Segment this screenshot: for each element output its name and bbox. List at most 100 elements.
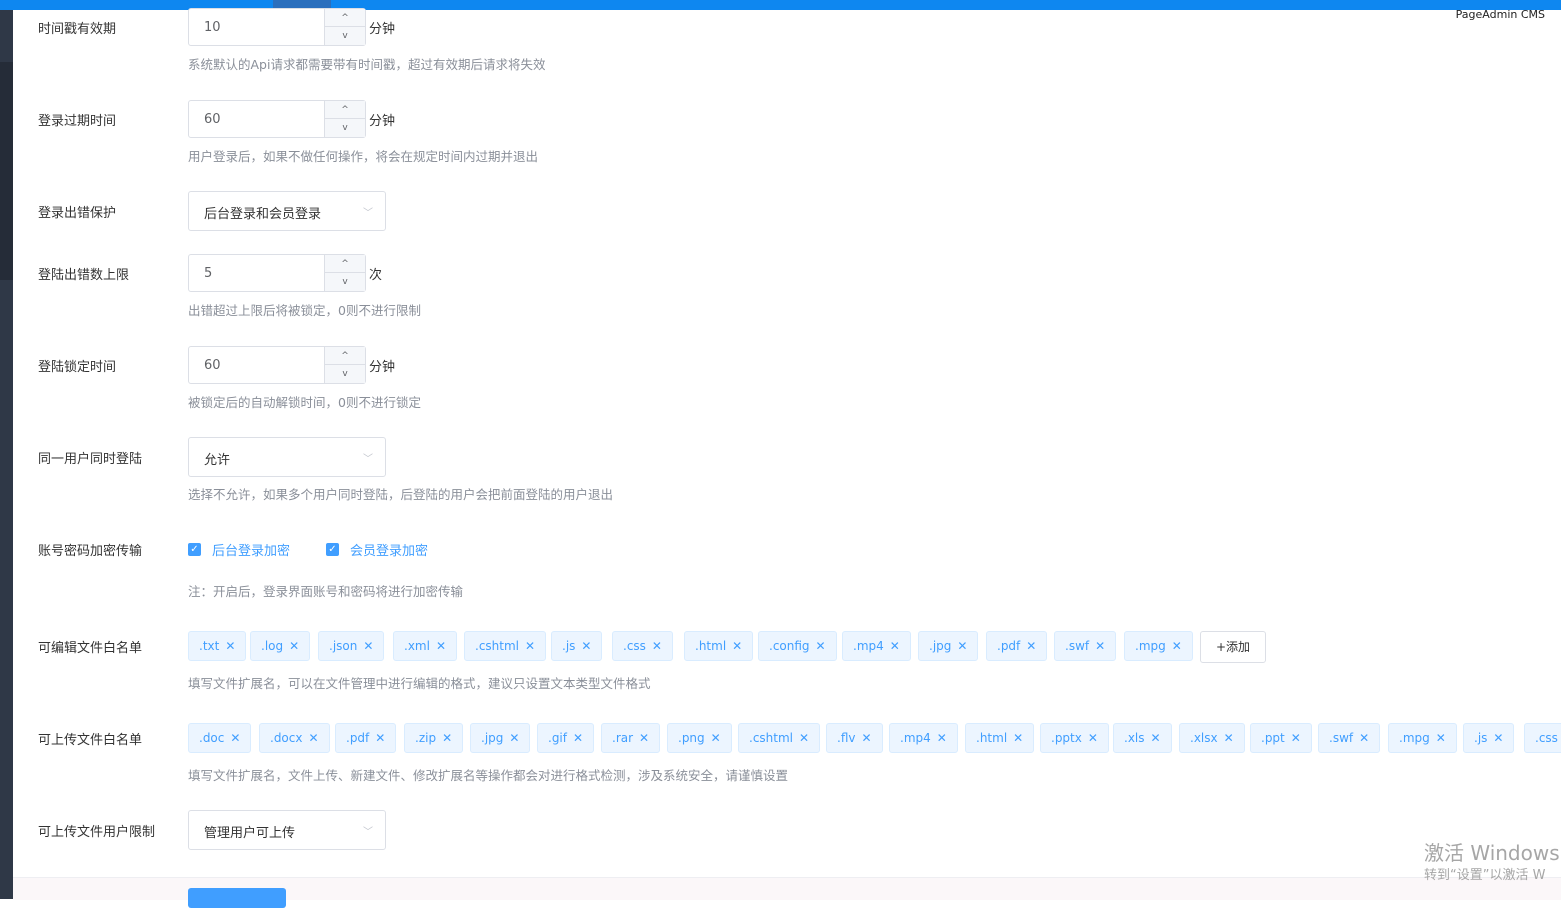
- upload-user-value: 管理用户可上传: [204, 826, 296, 841]
- close-icon[interactable]: ✕: [289, 639, 299, 653]
- decrease-icon[interactable]: v: [325, 27, 365, 45]
- increase-icon[interactable]: ^: [325, 101, 365, 119]
- increase-icon[interactable]: ^: [325, 255, 365, 273]
- close-icon[interactable]: ✕: [230, 731, 240, 745]
- extension-tag-text: .xml: [404, 639, 430, 653]
- decrease-icon[interactable]: v: [325, 273, 365, 291]
- close-icon[interactable]: ✕: [363, 639, 373, 653]
- chevron-down-icon: ﹀: [363, 827, 373, 838]
- close-icon[interactable]: ✕: [890, 639, 900, 653]
- activation-watermark-subtitle: 转到“设置”以激活 W: [1424, 868, 1546, 883]
- close-icon[interactable]: ✕: [639, 731, 649, 745]
- close-icon[interactable]: ✕: [436, 639, 446, 653]
- error-limit-unit: 次: [369, 268, 383, 283]
- same-user-select[interactable]: 允许 ﹀: [188, 437, 386, 477]
- close-icon[interactable]: ✕: [1436, 731, 1446, 745]
- same-user-label: 同一用户同时登陆: [38, 452, 143, 467]
- submit-button[interactable]: [188, 888, 286, 908]
- extension-tag: .config ✕: [758, 631, 837, 661]
- close-icon[interactable]: ✕: [1151, 731, 1161, 745]
- lock-time-input[interactable]: 60 ^ v: [188, 346, 366, 384]
- close-icon[interactable]: ✕: [861, 731, 871, 745]
- close-icon[interactable]: ✕: [799, 731, 809, 745]
- extension-tag: .png ✕: [667, 723, 732, 753]
- extension-tag-text: .flv: [837, 731, 856, 745]
- close-icon[interactable]: ✕: [1026, 639, 1036, 653]
- close-icon[interactable]: ✕: [937, 731, 947, 745]
- chevron-down-icon: ﹀: [363, 454, 373, 465]
- close-icon[interactable]: ✕: [573, 731, 583, 745]
- extension-tag-text: .ppt: [1261, 731, 1285, 745]
- close-icon[interactable]: ✕: [375, 731, 385, 745]
- close-icon[interactable]: ✕: [711, 731, 721, 745]
- extension-tag: .xls ✕: [1113, 723, 1172, 753]
- extension-tag-text: .xls: [1124, 731, 1145, 745]
- close-icon[interactable]: ✕: [1359, 731, 1369, 745]
- close-icon[interactable]: ✕: [581, 639, 591, 653]
- lock-time-value: 60: [204, 358, 221, 373]
- login-expire-unit: 分钟: [369, 114, 396, 129]
- extension-tag: .html ✕: [965, 723, 1035, 753]
- login-protect-select[interactable]: 后台登录和会员登录 ﹀: [188, 191, 386, 231]
- close-icon[interactable]: ✕: [442, 731, 452, 745]
- extension-tag-text: .html: [976, 731, 1008, 745]
- timestamp-input[interactable]: 10 ^ v: [188, 8, 366, 46]
- same-user-value: 允许: [204, 453, 231, 468]
- upload-user-select[interactable]: 管理用户可上传 ﹀: [188, 810, 386, 850]
- brand-label: PageAdmin CMS: [1455, 8, 1545, 21]
- edit-whitelist-label: 可编辑文件白名单: [38, 641, 143, 656]
- close-icon[interactable]: ✕: [652, 639, 662, 653]
- close-icon[interactable]: ✕: [308, 731, 318, 745]
- close-icon[interactable]: ✕: [1493, 731, 1503, 745]
- error-limit-input[interactable]: 5 ^ v: [188, 254, 366, 292]
- extension-tag: .xlsx ✕: [1179, 723, 1245, 753]
- close-icon[interactable]: ✕: [509, 731, 519, 745]
- close-icon[interactable]: ✕: [1291, 731, 1301, 745]
- login-expire-input[interactable]: 60 ^ v: [188, 100, 366, 138]
- activation-watermark-title: 激活 Windows: [1424, 841, 1560, 865]
- extension-tag: .log ✕: [250, 631, 311, 661]
- extension-tag-text: .zip: [415, 731, 437, 745]
- checkbox-check-icon: ✓: [188, 543, 201, 556]
- error-limit-label: 登陆出错数上限: [38, 268, 130, 283]
- login-protect-value: 后台登录和会员登录: [204, 207, 322, 222]
- timestamp-unit: 分钟: [369, 22, 396, 37]
- extension-tag: .docx ✕: [259, 723, 330, 753]
- decrease-icon[interactable]: v: [325, 365, 365, 383]
- close-icon[interactable]: ✕: [525, 639, 535, 653]
- stepper: ^ v: [324, 101, 365, 137]
- extension-tag: .html ✕: [684, 631, 754, 661]
- close-icon[interactable]: ✕: [1088, 731, 1098, 745]
- login-expire-value: 60: [204, 112, 221, 127]
- edit-whitelist-hint: 填写文件扩展名，可以在文件管理中进行编辑的格式，建议只设置文本类型文件格式: [188, 676, 651, 691]
- extension-tag-text: .gif: [548, 731, 567, 745]
- sidebar: [0, 10, 13, 899]
- admin-encrypt-text: 后台登录加密: [212, 544, 291, 559]
- lock-time-unit: 分钟: [369, 360, 396, 375]
- error-limit-value: 5: [204, 266, 213, 281]
- timestamp-value: 10: [204, 20, 221, 35]
- close-icon[interactable]: ✕: [1224, 731, 1234, 745]
- close-icon[interactable]: ✕: [732, 639, 742, 653]
- add-extension-button[interactable]: +添加: [1200, 631, 1267, 663]
- extension-tag-text: .pptx: [1051, 731, 1082, 745]
- extension-tag: .cshtml ✕: [464, 631, 547, 661]
- extension-tag-text: .cshtml: [475, 639, 519, 653]
- decrease-icon[interactable]: v: [325, 119, 365, 137]
- extension-tag-text: .xlsx: [1190, 731, 1218, 745]
- member-encrypt-text: 会员登录加密: [350, 544, 429, 559]
- encrypt-label: 账号密码加密传输: [38, 544, 143, 559]
- close-icon[interactable]: ✕: [225, 639, 235, 653]
- timestamp-label: 时间戳有效期: [38, 22, 117, 37]
- close-icon[interactable]: ✕: [1172, 639, 1182, 653]
- increase-icon[interactable]: ^: [325, 347, 365, 365]
- close-icon[interactable]: ✕: [816, 639, 826, 653]
- same-user-hint: 选择不允许，如果多个用户同时登陆，后登陆的用户会把前面登陆的用户退出: [188, 487, 614, 502]
- close-icon[interactable]: ✕: [1095, 639, 1105, 653]
- increase-icon[interactable]: ^: [325, 9, 365, 27]
- extension-tag-text: .cshtml: [749, 731, 793, 745]
- close-icon[interactable]: ✕: [1013, 731, 1023, 745]
- error-limit-hint: 出错超过上限后将被锁定，0则不进行限制: [188, 303, 421, 318]
- close-icon[interactable]: ✕: [957, 639, 967, 653]
- extension-tag: .rar ✕: [601, 723, 661, 753]
